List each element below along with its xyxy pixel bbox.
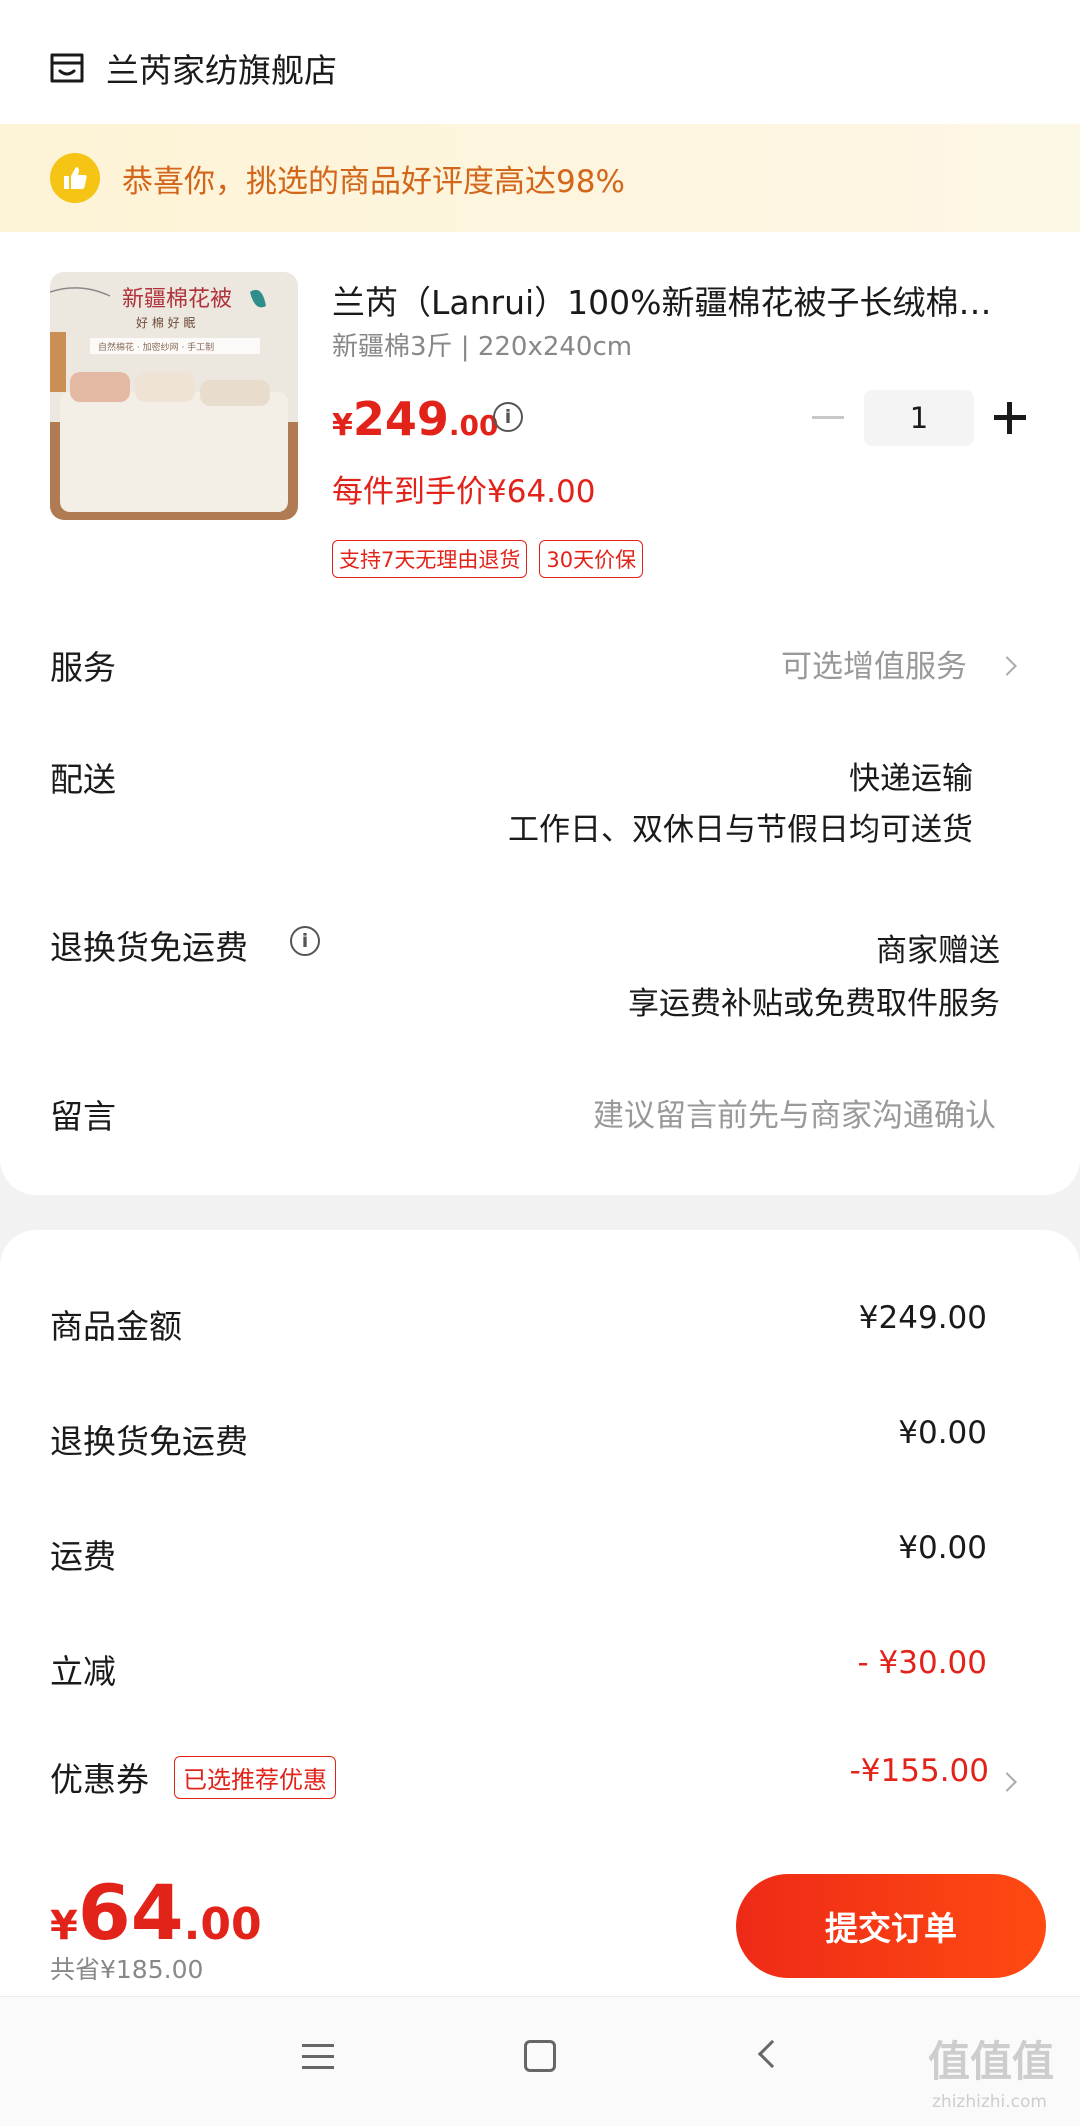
product-tags: 支持7天无理由退货 30天价保 <box>332 540 644 578</box>
saved-amount: 共省¥185.00 <box>50 1955 204 1984</box>
delivery-time: 工作日、双休日与节假日均可送货 <box>508 812 973 848</box>
plus-icon[interactable] <box>994 402 1026 434</box>
goods-amount-value: ¥249.00 <box>858 1300 987 1336</box>
watermark-url: zhizhizhi.com <box>932 2092 1047 2112</box>
price-info-icon[interactable]: i <box>493 402 523 432</box>
service-value[interactable]: 可选增值服务 <box>781 641 967 686</box>
product-image-subtitle: 好 棉 好 眠 <box>136 316 195 330</box>
home-icon[interactable] <box>524 2040 556 2072</box>
total-currency: ¥ <box>50 1903 78 1949</box>
price-decimal: .00 <box>448 409 499 442</box>
tag-return: 支持7天无理由退货 <box>332 540 528 578</box>
chevron-right-icon[interactable] <box>997 656 1017 676</box>
delivery-method: 快递运输 <box>849 761 973 797</box>
quantity-stepper[interactable]: 1 <box>864 390 974 446</box>
price-currency: ¥ <box>332 408 353 443</box>
shipping-label: 运费 <box>50 1537 116 1576</box>
coupon-value[interactable]: -¥155.00 <box>850 1753 989 1789</box>
message-input[interactable]: 建议留言前先与商家沟通确认 <box>593 1090 996 1135</box>
discount-value: - ¥30.00 <box>857 1645 987 1681</box>
menu-icon[interactable] <box>302 2044 334 2070</box>
product-image-title: 新疆棉花被 <box>122 287 232 312</box>
total-price: ¥ 64 .00 <box>50 1868 262 1957</box>
return-shipping-label: 退换货免运费 <box>50 928 248 967</box>
return-fee-label: 退换货免运费 <box>50 1422 248 1461</box>
product-image-caption: 自然棉花 · 加密纱网 · 手工制 <box>98 341 214 353</box>
return-info-icon[interactable]: i <box>290 926 320 956</box>
return-shipping-desc: 享运费补贴或免费取件服务 <box>628 986 1000 1022</box>
total-decimal: .00 <box>183 1899 262 1950</box>
store-icon <box>50 53 84 83</box>
return-fee-value: ¥0.00 <box>898 1415 987 1451</box>
coupon-label: 优惠券 <box>50 1760 149 1799</box>
discount-label: 立减 <box>50 1652 116 1691</box>
total-integer: 64 <box>77 1868 184 1957</box>
watermark-logo: 值值值 <box>928 2037 1055 2086</box>
rating-banner-text: 恭喜你，挑选的商品好评度高达98% <box>122 163 625 200</box>
shipping-value: ¥0.00 <box>898 1530 987 1566</box>
tag-price-protect: 30天价保 <box>539 540 644 578</box>
return-shipping-value: 商家赠送 <box>876 933 1000 969</box>
unit-price: 每件到手价¥64.00 <box>332 474 596 510</box>
delivery-label: 配送 <box>50 760 116 799</box>
submit-order-button[interactable]: 提交订单 <box>736 1874 1046 1978</box>
product-spec[interactable]: 新疆棉3斤 | 220x240cm <box>332 326 632 363</box>
product-image[interactable]: 新疆棉花被 好 棉 好 眠 自然棉花 · 加密纱网 · 手工制 <box>50 272 298 520</box>
message-label: 留言 <box>50 1097 116 1136</box>
price-summary-card: 商品金额 ¥249.00 退换货免运费 ¥0.00 运费 ¥0.00 立减 - … <box>0 1230 1080 1870</box>
thumbs-up-icon <box>50 153 100 203</box>
product-title[interactable]: 兰芮（Lanrui）100%新疆棉花被子长绒棉… <box>332 276 1022 324</box>
order-card: 兰芮家纺旗舰店 恭喜你，挑选的商品好评度高达98% 新疆棉花被 好 棉 好 眠 … <box>0 0 1080 1195</box>
rating-banner: 恭喜你，挑选的商品好评度高达98% <box>0 124 1080 232</box>
coupon-tag: 已选推荐优惠 <box>174 1756 336 1799</box>
price-integer: 249 <box>352 392 449 446</box>
minus-icon[interactable] <box>812 416 844 419</box>
product-price: ¥ 249 .00 <box>332 392 499 446</box>
coupon-chevron-icon[interactable] <box>997 1772 1017 1792</box>
shop-name: 兰芮家纺旗舰店 <box>106 51 337 90</box>
service-label: 服务 <box>50 648 116 687</box>
shop-header[interactable]: 兰芮家纺旗舰店 <box>48 40 337 96</box>
goods-amount-label: 商品金额 <box>50 1307 182 1346</box>
